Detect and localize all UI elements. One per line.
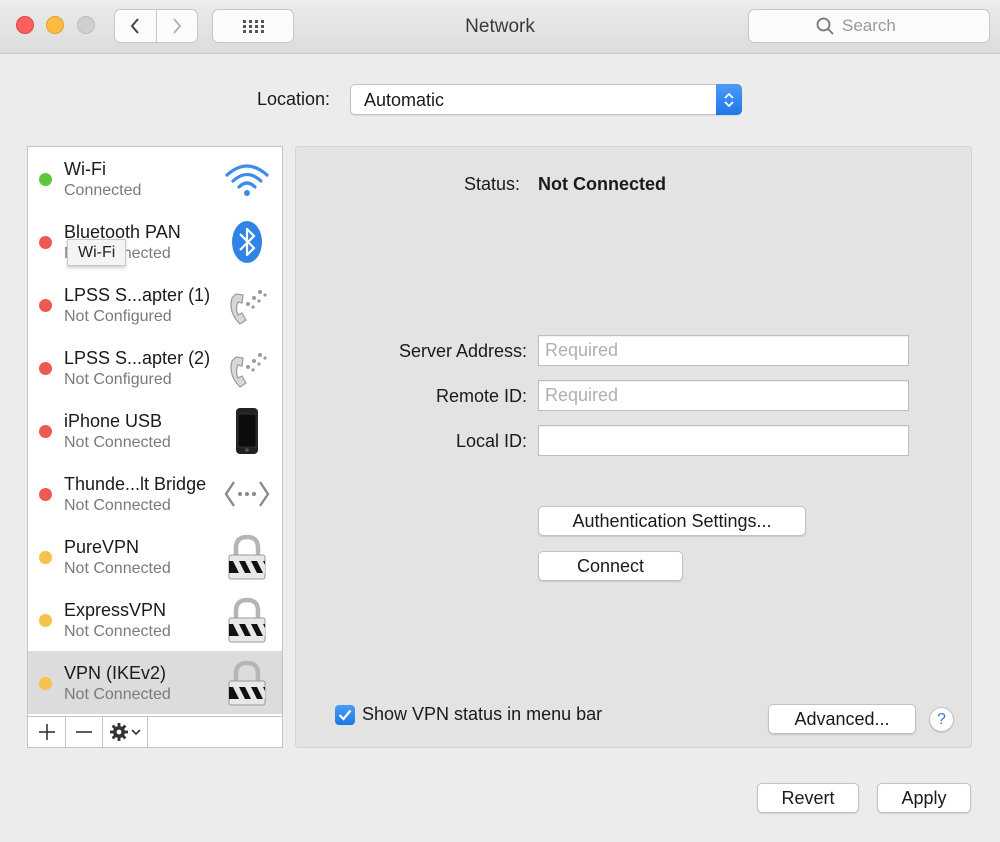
- back-forward-control: [114, 9, 198, 43]
- tooltip: Wi-Fi: [67, 239, 127, 266]
- status-dot: [39, 425, 52, 438]
- window-title: Network: [465, 16, 535, 37]
- chevron-right-icon: [172, 18, 182, 34]
- status-dot: [39, 614, 52, 627]
- status-label: Status:: [464, 174, 521, 194]
- service-name: ExpressVPN: [64, 600, 167, 620]
- service-list: Wi-Fi Connected Bluetooth PAN Not Connec…: [27, 146, 283, 748]
- service-name: Thunde...lt Bridge: [64, 474, 207, 494]
- lock-icon: [228, 660, 266, 706]
- service-item-thunderbolt-bridge[interactable]: Thunde...lt Bridge Not Connected: [28, 462, 282, 525]
- show-vpn-status-checkbox[interactable]: [335, 704, 355, 725]
- service-name: PureVPN: [64, 537, 140, 557]
- service-status: Not Connected: [64, 686, 171, 703]
- local-id-input[interactable]: [538, 425, 909, 456]
- add-service-button[interactable]: [28, 717, 66, 747]
- service-item-purevpn[interactable]: PureVPN Not Connected: [28, 525, 282, 588]
- close-window-button[interactable]: [16, 16, 34, 34]
- location-value: Automatic: [364, 90, 445, 110]
- chevron-down-icon: [130, 729, 141, 736]
- plus-icon: [38, 724, 55, 740]
- iphone-icon: [236, 408, 258, 454]
- help-button[interactable]: ?: [929, 707, 954, 732]
- remote-id-input[interactable]: [538, 380, 909, 411]
- server-address-input[interactable]: [538, 335, 909, 366]
- show-vpn-status-option: Show VPN status in menu bar: [335, 704, 602, 725]
- show-all-button[interactable]: [212, 9, 294, 43]
- minus-icon: [76, 731, 92, 733]
- zoom-window-button[interactable]: [77, 16, 95, 34]
- wifi-icon: [225, 164, 269, 196]
- remote-id-label: Remote ID:: [435, 386, 527, 406]
- status-dot: [39, 173, 52, 186]
- search-input[interactable]: [842, 16, 922, 36]
- checkmark-icon: [338, 709, 352, 721]
- bluetooth-icon: [232, 221, 262, 263]
- search-icon: [816, 17, 834, 35]
- service-list-toolbar: [28, 716, 282, 747]
- service-item-expressvpn[interactable]: ExpressVPN Not Connected: [28, 588, 282, 651]
- status-value: Not Connected: [538, 174, 666, 194]
- server-address-label: Server Address:: [398, 341, 527, 361]
- location-popup[interactable]: Automatic: [350, 84, 742, 115]
- service-item-lpss-1[interactable]: LPSS S...apter (1) Not Configured: [28, 273, 282, 336]
- phone-modem-icon: [230, 290, 267, 325]
- service-name: LPSS S...apter (2): [64, 348, 211, 368]
- service-status: Connected: [64, 182, 142, 199]
- status-dot: [39, 299, 52, 312]
- forward-button[interactable]: [155, 10, 198, 42]
- service-status: Not Configured: [64, 308, 172, 325]
- service-name: Wi-Fi: [64, 159, 106, 179]
- gear-icon: [109, 723, 128, 741]
- authentication-settings-button[interactable]: Authentication Settings...: [538, 506, 806, 536]
- service-status: Not Configured: [64, 371, 172, 388]
- advanced-button[interactable]: Advanced...: [768, 704, 916, 734]
- phone-modem-icon: [230, 353, 267, 388]
- show-vpn-status-label: Show VPN status in menu bar: [362, 704, 603, 724]
- revert-button[interactable]: Revert: [757, 783, 859, 813]
- service-name: LPSS S...apter (1): [64, 285, 211, 305]
- minimize-window-button[interactable]: [46, 16, 64, 34]
- back-button[interactable]: [115, 10, 156, 42]
- popup-arrows-icon: [716, 84, 742, 115]
- status-dot: [39, 236, 52, 249]
- status-dot: [39, 488, 52, 501]
- service-status: Not Connected: [64, 560, 171, 577]
- service-item-iphone-usb[interactable]: iPhone USB Not Connected: [28, 399, 282, 462]
- service-status: Not Connected: [64, 434, 171, 451]
- status-dot: [39, 551, 52, 564]
- service-item-lpss-2[interactable]: LPSS S...apter (2) Not Configured: [28, 336, 282, 399]
- search-field[interactable]: [748, 9, 990, 43]
- local-id-label: Local ID:: [455, 431, 527, 451]
- service-item-vpn-ikev2[interactable]: VPN (IKEv2) Not Connected: [28, 651, 282, 714]
- apply-button[interactable]: Apply: [877, 783, 971, 813]
- status-dot: [39, 677, 52, 690]
- chevron-left-icon: [130, 18, 140, 34]
- service-name: VPN (IKEv2): [64, 663, 167, 683]
- grid-icon: [243, 20, 264, 33]
- service-name: iPhone USB: [64, 411, 163, 431]
- action-menu-button[interactable]: [103, 717, 148, 747]
- service-status: Not Connected: [64, 623, 171, 640]
- service-status: Not Connected: [64, 497, 171, 514]
- title-bar: Network: [0, 0, 1000, 54]
- lock-icon: [228, 597, 266, 643]
- bridge-icon: [224, 481, 270, 507]
- location-label: Location:: [257, 89, 331, 109]
- lock-icon: [228, 534, 266, 580]
- connect-button[interactable]: Connect: [538, 551, 683, 581]
- remove-service-button[interactable]: [66, 717, 103, 747]
- service-item-wifi[interactable]: Wi-Fi Connected: [28, 147, 282, 210]
- status-dot: [39, 362, 52, 375]
